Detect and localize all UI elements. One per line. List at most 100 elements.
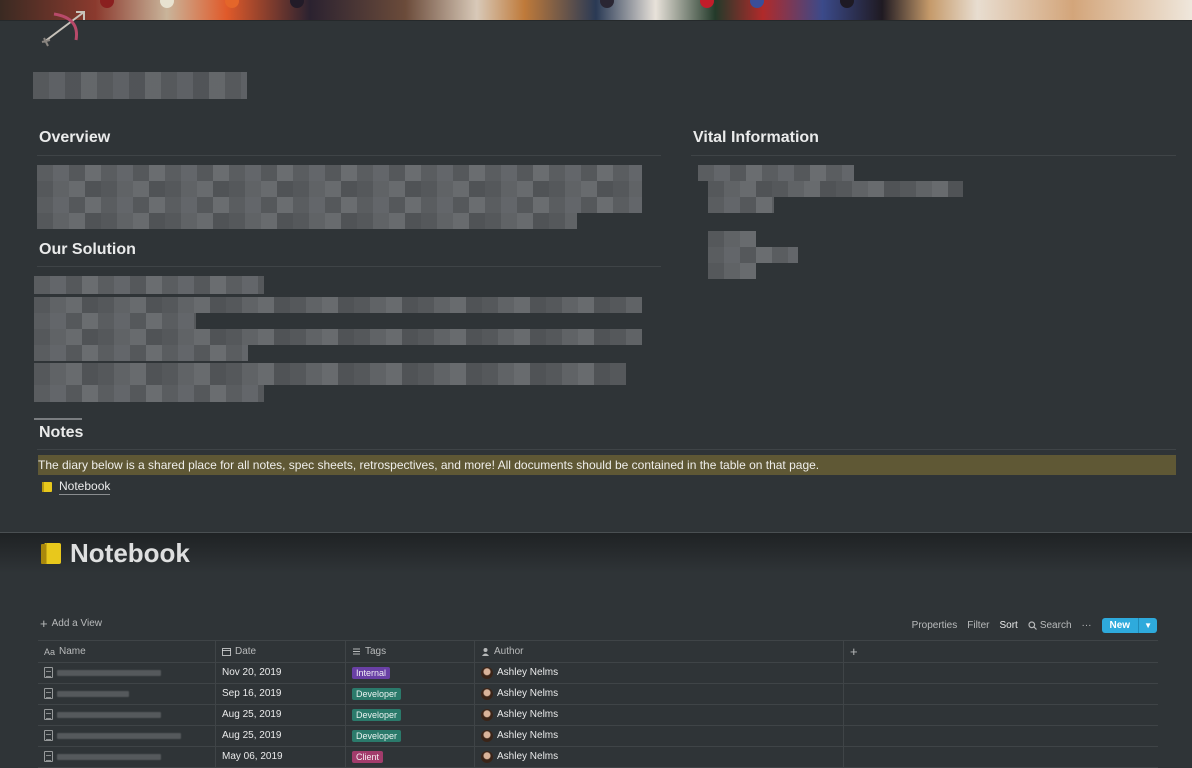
row-date-cell[interactable]: Nov 20, 2019 xyxy=(216,662,346,683)
tag-badge: Internal xyxy=(352,666,391,679)
page-icon xyxy=(44,730,53,741)
new-button[interactable]: New ▼ xyxy=(1101,618,1157,633)
overview-divider xyxy=(37,155,661,156)
add-column-button[interactable]: + xyxy=(844,641,1158,662)
row-date-cell[interactable]: May 06, 2019 xyxy=(216,746,346,767)
redacted-title xyxy=(57,669,161,676)
overview-text xyxy=(37,165,642,181)
overview-text-line4 xyxy=(37,213,577,229)
search-label: Search xyxy=(1039,620,1072,631)
row-author-cell[interactable]: Ashley Nelms xyxy=(475,683,844,704)
redacted-title xyxy=(57,690,129,697)
tag-badge: Developer xyxy=(352,708,402,721)
row-name-cell[interactable] xyxy=(38,725,216,746)
author-name: Ashley Nelms xyxy=(497,751,559,762)
add-view-label: Add a View xyxy=(51,618,102,629)
notebook-title-text: Notebook xyxy=(70,538,190,568)
calendar-icon xyxy=(222,648,231,656)
author-name: Ashley Nelms xyxy=(497,709,559,720)
author-name: Ashley Nelms xyxy=(497,688,559,699)
column-name-label: Name xyxy=(59,646,86,657)
cover-divider xyxy=(0,20,1192,21)
search-icon xyxy=(1028,621,1037,630)
row-author-cell[interactable]: Ashley Nelms xyxy=(475,704,844,725)
filter-button[interactable]: Filter xyxy=(967,620,989,631)
row-date-cell[interactable]: Sep 16, 2019 xyxy=(216,683,346,704)
row-empty-cell[interactable] xyxy=(844,683,1158,704)
column-date-label: Date xyxy=(235,646,257,657)
row-empty-cell[interactable] xyxy=(844,746,1158,767)
column-header-name[interactable]: Aa Name xyxy=(38,641,216,662)
table-row[interactable]: Sep 16, 2019 Developer Ashley Nelms xyxy=(38,683,1158,705)
add-view-button[interactable]: + Add a View xyxy=(40,615,102,631)
overview-heading: Overview xyxy=(39,129,111,146)
row-tags-cell[interactable]: Developer xyxy=(346,683,475,704)
new-button-label: New xyxy=(1109,620,1131,631)
avatar xyxy=(481,666,493,679)
notebook-link[interactable]: Notebook xyxy=(41,478,111,495)
row-name-cell[interactable] xyxy=(38,683,216,704)
row-empty-cell[interactable] xyxy=(844,725,1158,746)
row-empty-cell[interactable] xyxy=(844,662,1158,683)
table-row[interactable]: Aug 25, 2019 Developer Ashley Nelms xyxy=(38,725,1158,747)
solution-text-line2 xyxy=(34,297,642,313)
row-tags-cell[interactable]: Developer xyxy=(346,704,475,725)
solution-text-line7 xyxy=(34,385,264,402)
notes-callout: The diary below is a shared place for al… xyxy=(38,455,1176,475)
table-header: Aa Name Date Tags Author + xyxy=(38,640,1158,663)
row-date-cell[interactable]: Aug 25, 2019 xyxy=(216,725,346,746)
table-row[interactable]: Aug 25, 2019 Developer Ashley Nelms xyxy=(38,704,1158,726)
row-author-cell[interactable]: Ashley Nelms xyxy=(475,725,844,746)
solution-text-line5 xyxy=(34,345,248,361)
solution-text-line6 xyxy=(34,363,626,385)
overview-text-line2 xyxy=(37,181,642,197)
person-icon xyxy=(482,648,489,656)
page-title xyxy=(33,72,247,99)
text-property-icon: Aa xyxy=(44,646,56,657)
author-name: Ashley Nelms xyxy=(497,667,559,678)
list-icon xyxy=(353,648,360,655)
our-solution-divider xyxy=(37,266,661,267)
row-author-cell[interactable]: Ashley Nelms xyxy=(475,662,844,683)
database-toolbar: Properties Filter Sort Search ··· New ▼ xyxy=(912,618,1157,633)
vital-information-divider xyxy=(691,155,1176,156)
vital-information-heading: Vital Information xyxy=(693,129,819,146)
search-button[interactable]: Search xyxy=(1028,620,1072,631)
notes-heading: Notes xyxy=(39,424,84,441)
vital-info-line1 xyxy=(698,165,854,181)
row-name-cell[interactable] xyxy=(38,746,216,767)
redacted-title xyxy=(57,732,181,739)
row-name-cell[interactable] xyxy=(38,662,216,683)
vital-info-line2 xyxy=(708,181,963,197)
column-tags-label: Tags xyxy=(365,646,387,657)
row-author-cell[interactable]: Ashley Nelms xyxy=(475,746,844,767)
table-row[interactable]: May 06, 2019 Client Ashley Nelms xyxy=(38,746,1158,768)
avatar xyxy=(481,708,493,721)
row-empty-cell[interactable] xyxy=(844,704,1158,725)
solution-text xyxy=(34,276,264,294)
notebook-title: Notebook xyxy=(40,538,190,569)
more-options-button[interactable]: ··· xyxy=(1082,620,1092,631)
redacted-title xyxy=(57,711,161,718)
table-row[interactable]: Nov 20, 2019 Internal Ashley Nelms xyxy=(38,662,1158,684)
row-date-cell[interactable]: Aug 25, 2019 xyxy=(216,704,346,725)
avatar xyxy=(481,687,493,700)
row-tags-cell[interactable]: Client xyxy=(346,746,475,767)
notebook-link-label: Notebook xyxy=(59,479,111,495)
plus-icon: + xyxy=(40,615,48,631)
page-icon xyxy=(44,751,53,762)
properties-button[interactable]: Properties xyxy=(912,620,958,631)
row-tags-cell[interactable]: Developer xyxy=(346,725,475,746)
avatar xyxy=(481,750,493,763)
row-tags-cell[interactable]: Internal xyxy=(346,662,475,683)
notebook-icon xyxy=(42,481,52,492)
solution-text-line4 xyxy=(34,329,642,345)
chevron-down-icon[interactable]: ▼ xyxy=(1138,618,1157,633)
column-header-tags[interactable]: Tags xyxy=(346,641,475,662)
column-header-date[interactable]: Date xyxy=(216,641,346,662)
column-header-author[interactable]: Author xyxy=(475,641,844,662)
page-icon xyxy=(44,667,53,678)
sort-button[interactable]: Sort xyxy=(999,620,1017,631)
plus-icon: + xyxy=(850,644,858,659)
row-name-cell[interactable] xyxy=(38,704,216,725)
